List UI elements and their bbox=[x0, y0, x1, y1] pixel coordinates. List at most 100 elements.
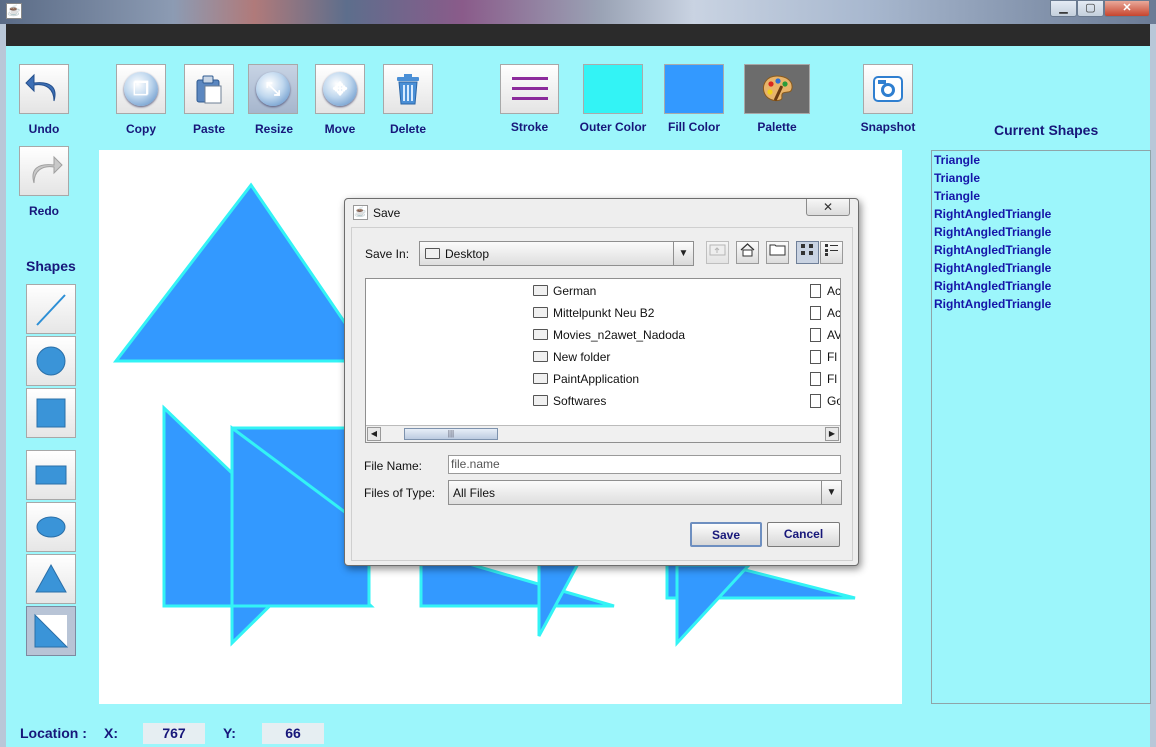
location-label: Location : bbox=[20, 725, 87, 741]
line-tool-button[interactable] bbox=[26, 284, 76, 334]
move-label: Move bbox=[324, 122, 356, 136]
shape-list-item[interactable]: RightAngledTriangle bbox=[932, 259, 1150, 277]
new-folder-icon bbox=[769, 244, 786, 256]
file-list[interactable]: German Mittelpunkt Neu B2 Movies_n2awet_… bbox=[365, 278, 841, 443]
shape-triangle[interactable] bbox=[112, 182, 374, 363]
file-name-input[interactable]: file.name bbox=[448, 455, 841, 474]
home-button[interactable] bbox=[736, 241, 759, 264]
folder-item[interactable]: PaintApplication bbox=[533, 372, 639, 386]
cancel-button[interactable]: Cancel bbox=[767, 522, 840, 547]
list-view-button[interactable] bbox=[796, 241, 819, 264]
delete-button[interactable] bbox=[383, 64, 433, 114]
square-tool-button[interactable] bbox=[26, 388, 76, 438]
file-item[interactable]: Go bbox=[810, 394, 840, 408]
stroke-button[interactable] bbox=[500, 64, 559, 114]
folder-item[interactable]: German bbox=[533, 284, 596, 298]
folder-item[interactable]: New folder bbox=[533, 350, 610, 364]
file-item[interactable]: Ac bbox=[810, 306, 840, 320]
palette-button[interactable] bbox=[744, 64, 810, 114]
folder-icon bbox=[533, 395, 548, 406]
right-angled-triangle-tool-button[interactable] bbox=[26, 606, 76, 656]
shape-list-item[interactable]: Triangle bbox=[932, 187, 1150, 205]
redo-button[interactable] bbox=[19, 146, 69, 196]
maximize-button[interactable]: ▢ bbox=[1077, 0, 1104, 17]
stroke-lines-icon bbox=[511, 77, 548, 100]
minimize-button[interactable]: ▁ bbox=[1050, 0, 1077, 17]
list-view-icon bbox=[801, 244, 813, 255]
shape-list-item[interactable]: RightAngledTriangle bbox=[932, 205, 1150, 223]
save-in-label: Save In: bbox=[365, 247, 410, 261]
home-icon bbox=[740, 243, 755, 257]
files-of-type-dropdown[interactable]: All Files ▼ bbox=[448, 480, 842, 505]
shape-right-angled-triangle[interactable] bbox=[675, 563, 753, 647]
files-of-type-label: Files of Type: bbox=[364, 486, 436, 500]
current-shapes-list[interactable]: Triangle Triangle Triangle RightAngledTr… bbox=[931, 150, 1151, 704]
folder-item[interactable]: Softwares bbox=[533, 394, 606, 408]
right-angled-triangle-tool-icon bbox=[34, 613, 69, 648]
y-coordinate-value: 66 bbox=[262, 723, 324, 744]
scroll-left-icon[interactable]: ◀ bbox=[367, 427, 381, 441]
file-item[interactable]: Fl bbox=[810, 350, 837, 364]
triangle-tool-icon bbox=[35, 563, 67, 593]
save-button[interactable]: Save bbox=[690, 522, 762, 547]
trash-icon bbox=[397, 74, 419, 105]
fill-color-swatch[interactable] bbox=[664, 64, 724, 114]
shape-list-item[interactable]: RightAngledTriangle bbox=[932, 295, 1150, 313]
file-item[interactable]: Ac bbox=[810, 284, 840, 298]
close-window-button[interactable]: ✕ bbox=[1104, 0, 1150, 17]
file-icon bbox=[810, 350, 821, 364]
rectangle-tool-button[interactable] bbox=[26, 450, 76, 500]
save-in-dropdown[interactable]: Desktop ▼ bbox=[419, 241, 694, 266]
copy-button[interactable]: ❐ bbox=[116, 64, 166, 114]
snapshot-label: Snapshot bbox=[860, 120, 916, 134]
shape-list-item[interactable]: Triangle bbox=[932, 169, 1150, 187]
resize-icon: ⤡ bbox=[256, 72, 290, 106]
delete-label: Delete bbox=[389, 122, 427, 136]
save-dialog: ☕ Save ✕ Save In: Desktop ▼ German Mitte… bbox=[344, 198, 859, 566]
file-icon bbox=[810, 328, 821, 342]
file-item[interactable]: AV bbox=[810, 328, 840, 342]
redo-icon bbox=[32, 155, 63, 184]
snapshot-button[interactable] bbox=[863, 64, 913, 114]
up-one-level-button[interactable] bbox=[706, 241, 729, 264]
palette-icon bbox=[763, 75, 793, 102]
folder-icon bbox=[425, 248, 440, 259]
file-item[interactable]: Fl bbox=[810, 372, 837, 386]
copy-icon: ❐ bbox=[124, 72, 158, 106]
shape-list-item[interactable]: RightAngledTriangle bbox=[932, 223, 1150, 241]
window-frame-left bbox=[0, 24, 6, 747]
resize-button[interactable]: ⤡ bbox=[248, 64, 298, 114]
folder-item[interactable]: Mittelpunkt Neu B2 bbox=[533, 306, 654, 320]
redo-label: Redo bbox=[29, 204, 59, 218]
file-icon bbox=[810, 372, 821, 386]
shape-list-item[interactable]: RightAngledTriangle bbox=[932, 241, 1150, 259]
circle-tool-icon bbox=[36, 346, 66, 376]
outer-color-swatch[interactable] bbox=[583, 64, 643, 114]
resize-label: Resize bbox=[254, 122, 294, 136]
paste-button[interactable] bbox=[184, 64, 234, 114]
shape-list-item[interactable]: Triangle bbox=[932, 151, 1150, 169]
fill-color-label: Fill Color bbox=[668, 120, 720, 134]
folder-icon bbox=[533, 329, 548, 340]
triangle-tool-button[interactable] bbox=[26, 554, 76, 604]
desktop-background bbox=[0, 0, 1156, 24]
details-view-button[interactable] bbox=[820, 241, 843, 264]
move-button[interactable]: ✥ bbox=[315, 64, 365, 114]
circle-tool-button[interactable] bbox=[26, 336, 76, 386]
scrollbar-thumb[interactable]: ||| bbox=[404, 428, 498, 440]
undo-button[interactable] bbox=[19, 64, 69, 114]
file-name-label: File Name: bbox=[364, 459, 423, 473]
dialog-title: Save bbox=[373, 206, 401, 220]
stroke-label: Stroke bbox=[510, 120, 549, 134]
ellipse-tool-button[interactable] bbox=[26, 502, 76, 552]
file-icon bbox=[810, 306, 821, 320]
new-folder-button[interactable] bbox=[766, 241, 789, 264]
save-in-value: Desktop bbox=[445, 247, 490, 261]
shape-list-item[interactable]: RightAngledTriangle bbox=[932, 277, 1150, 295]
scroll-right-icon[interactable]: ▶ bbox=[825, 427, 839, 441]
current-shapes-title: Current Shapes bbox=[994, 122, 1099, 138]
horizontal-scrollbar[interactable]: ◀ ||| ▶ bbox=[366, 425, 840, 442]
dialog-close-button[interactable]: ✕ bbox=[806, 199, 850, 216]
folder-item[interactable]: Movies_n2awet_Nadoda bbox=[533, 328, 685, 342]
folder-icon bbox=[533, 351, 548, 362]
